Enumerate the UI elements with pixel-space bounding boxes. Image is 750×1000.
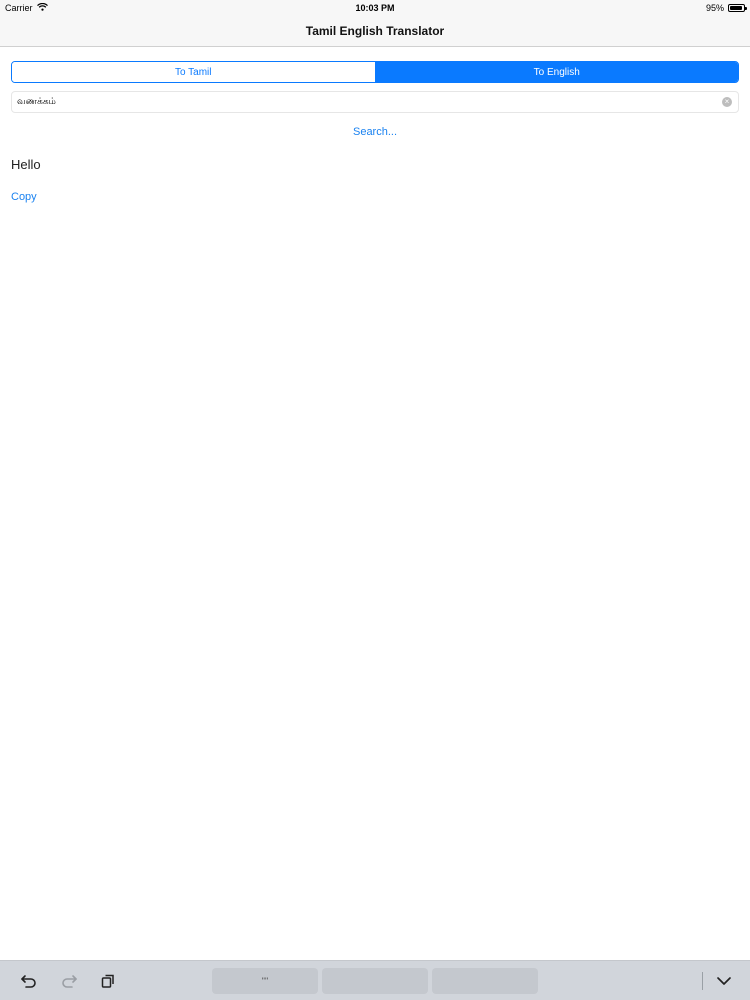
keyboard-shortcut-bar: "" xyxy=(0,960,750,1000)
battery-percent: 95% xyxy=(705,3,724,13)
search-field: × xyxy=(11,91,739,113)
direction-segmented-control: To Tamil To English xyxy=(11,61,739,83)
page-title: Tamil English Translator xyxy=(305,24,445,38)
battery-icon xyxy=(728,4,747,12)
clear-icon[interactable]: × xyxy=(722,97,732,107)
battery-level xyxy=(730,6,743,10)
suggestion-key-2[interactable] xyxy=(322,968,428,994)
translation-result: Hello xyxy=(11,157,41,172)
divider xyxy=(702,972,703,990)
search-button[interactable]: Search... xyxy=(0,126,750,138)
suggestion-key-1[interactable]: "" xyxy=(212,968,318,994)
redo-icon[interactable] xyxy=(58,971,80,991)
segment-to-tamil[interactable]: To Tamil xyxy=(12,62,375,82)
status-time: 10:03 PM xyxy=(355,3,395,13)
navigation-bar: Tamil English Translator xyxy=(0,16,750,47)
search-input[interactable] xyxy=(17,92,717,112)
copy-button[interactable]: Copy xyxy=(11,191,37,203)
status-bar: Carrier 10:03 PM 95% xyxy=(0,0,750,16)
dismiss-keyboard-icon[interactable] xyxy=(713,971,735,991)
segment-to-english[interactable]: To English xyxy=(374,62,738,82)
suggestion-key-3[interactable] xyxy=(432,968,538,994)
status-right: 95% xyxy=(705,3,747,13)
undo-icon[interactable] xyxy=(18,971,40,991)
paste-icon[interactable] xyxy=(97,971,119,991)
